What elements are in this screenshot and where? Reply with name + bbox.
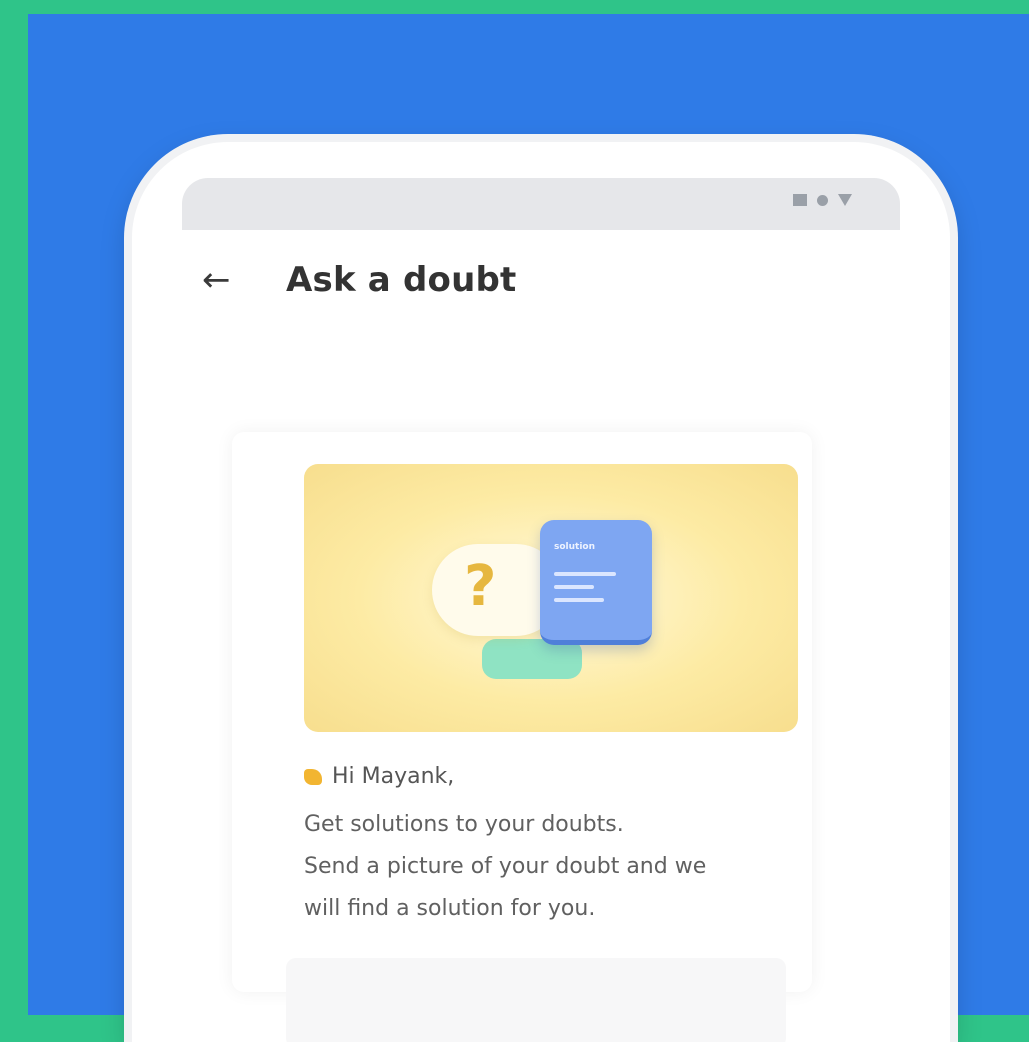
page-title: Ask a doubt <box>286 260 517 300</box>
greeting-text: Hi Mayank, <box>332 764 455 789</box>
app-header: ← Ask a doubt <box>202 260 516 300</box>
message-line: Send a picture of your doubt and we <box>304 854 707 879</box>
intro-message: Get solutions to your doubts. Send a pic… <box>304 804 804 930</box>
solution-card-lines <box>554 572 616 611</box>
greeting: Hi Mayank, <box>304 764 454 789</box>
solution-card-title: solution <box>554 542 596 552</box>
message-line: will find a solution for you. <box>304 896 596 921</box>
doubt-illustration: ? solution <box>304 464 798 732</box>
signal-square-icon <box>793 194 807 206</box>
solution-card: solution <box>540 520 652 645</box>
phone-mockup: ← Ask a doubt ? solution Hi Mayank, Get … <box>132 142 950 1042</box>
solution-line <box>554 572 616 576</box>
question-mark-icon: ? <box>464 554 497 619</box>
next-card-edge <box>286 958 786 1042</box>
wifi-triangle-icon <box>838 194 852 206</box>
dot-icon <box>817 194 828 206</box>
waving-hand-icon <box>304 768 322 785</box>
status-icons <box>793 194 852 206</box>
ask-doubt-card: ? solution Hi Mayank, Get solutions to y… <box>232 432 812 992</box>
solution-line <box>554 585 594 589</box>
arrow-left-icon[interactable]: ← <box>202 263 250 297</box>
message-line: Get solutions to your doubts. <box>304 812 624 837</box>
solution-line <box>554 598 604 602</box>
teal-blob-shape <box>482 639 582 679</box>
status-bar <box>182 178 900 230</box>
